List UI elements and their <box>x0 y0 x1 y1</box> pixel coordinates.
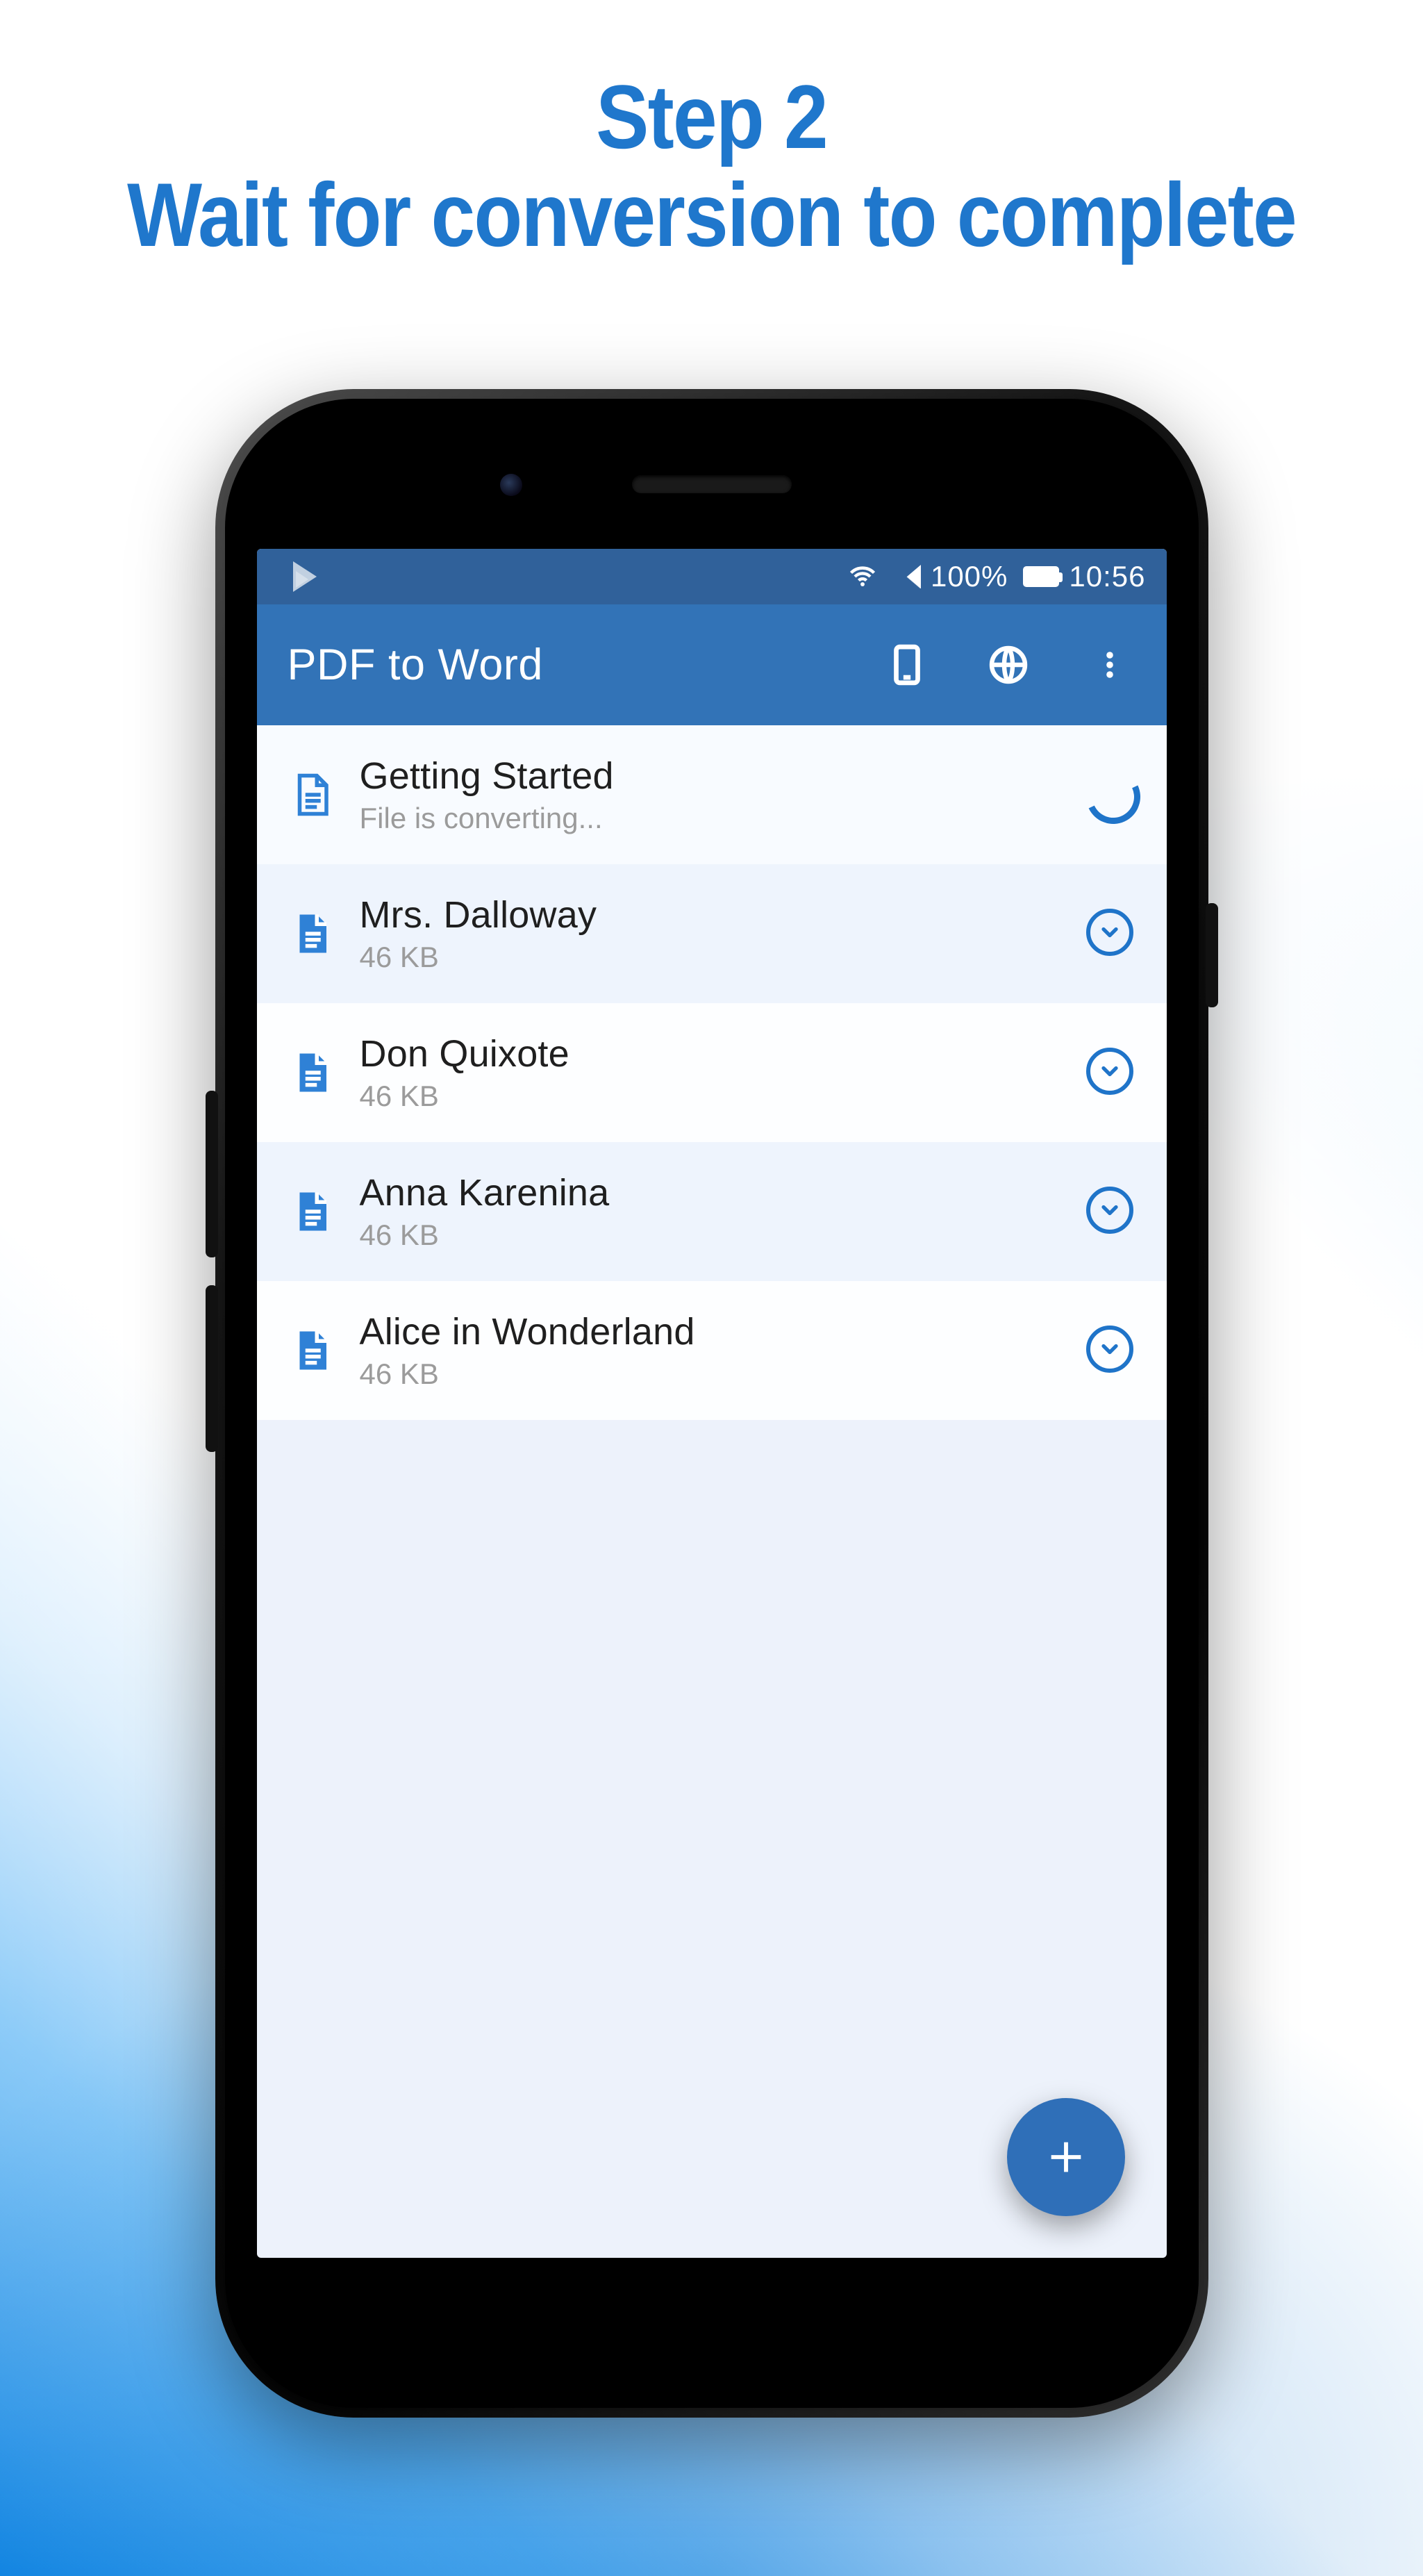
file-text: Anna Karenina 46 KB <box>360 1171 1086 1252</box>
file-name: Mrs. Dalloway <box>360 893 1086 936</box>
phone-power-button <box>1206 903 1218 1007</box>
file-name: Getting Started <box>360 754 1086 798</box>
spinner-icon <box>1079 762 1148 832</box>
converting-spinner <box>1086 770 1136 820</box>
clock: 10:56 <box>1069 560 1145 593</box>
file-row[interactable]: Don Quixote 46 KB <box>257 1003 1167 1142</box>
file-row[interactable]: Alice in Wonderland 46 KB <box>257 1281 1167 1420</box>
chevron-down-icon <box>1086 1187 1133 1234</box>
file-name: Don Quixote <box>360 1032 1086 1075</box>
add-file-fab[interactable] <box>1007 2098 1125 2216</box>
file-text: Getting Started File is converting... <box>360 754 1086 835</box>
document-icon <box>283 1323 339 1378</box>
play-store-icon <box>293 561 317 592</box>
globe-icon[interactable] <box>982 638 1035 691</box>
battery-percent: 100% <box>931 560 1008 593</box>
expand-button[interactable] <box>1086 1326 1136 1376</box>
battery-icon <box>1023 566 1059 587</box>
file-name: Alice in Wonderland <box>360 1310 1086 1353</box>
document-icon <box>283 767 339 823</box>
chevron-down-icon <box>1086 1326 1133 1373</box>
file-meta: File is converting... <box>360 802 1086 835</box>
document-icon <box>283 1045 339 1100</box>
expand-button[interactable] <box>1086 909 1136 959</box>
overflow-menu-icon[interactable] <box>1083 638 1136 691</box>
file-row[interactable]: Getting Started File is converting... <box>257 725 1167 864</box>
chevron-down-icon <box>1086 909 1133 956</box>
file-list: Getting Started File is converting... Mr… <box>257 725 1167 1420</box>
phone-screen: 100% 10:56 PDF to Word <box>257 549 1167 2258</box>
file-name: Anna Karenina <box>360 1171 1086 1214</box>
device-icon[interactable] <box>881 638 933 691</box>
phone-frame: 100% 10:56 PDF to Word <box>215 389 1208 2418</box>
chevron-down-icon <box>1086 1048 1133 1095</box>
file-text: Alice in Wonderland 46 KB <box>360 1310 1086 1391</box>
file-text: Mrs. Dalloway 46 KB <box>360 893 1086 974</box>
phone-volume-down <box>206 1285 218 1452</box>
expand-button[interactable] <box>1086 1187 1136 1237</box>
promo-heading: Step 2 Wait for conversion to complete <box>85 69 1338 262</box>
file-row[interactable]: Anna Karenina 46 KB <box>257 1142 1167 1281</box>
phone-speaker <box>632 475 792 493</box>
file-meta: 46 KB <box>360 1357 1086 1391</box>
promo-line-2: Wait for conversion to complete <box>85 167 1338 263</box>
file-text: Don Quixote 46 KB <box>360 1032 1086 1113</box>
file-meta: 46 KB <box>360 1080 1086 1113</box>
status-bar: 100% 10:56 <box>257 549 1167 604</box>
plus-icon <box>1044 2135 1088 2179</box>
phone-volume-up <box>206 1091 218 1257</box>
phone-camera <box>500 474 522 496</box>
wifi-icon <box>847 561 878 592</box>
cellular-icon <box>893 565 921 588</box>
app-bar: PDF to Word <box>257 604 1167 725</box>
file-row[interactable]: Mrs. Dalloway 46 KB <box>257 864 1167 1003</box>
document-icon <box>283 1184 339 1239</box>
app-title: PDF to Word <box>288 640 832 690</box>
document-icon <box>283 906 339 961</box>
file-meta: 46 KB <box>360 941 1086 974</box>
promo-line-1: Step 2 <box>85 69 1338 165</box>
expand-button[interactable] <box>1086 1048 1136 1098</box>
file-meta: 46 KB <box>360 1219 1086 1252</box>
